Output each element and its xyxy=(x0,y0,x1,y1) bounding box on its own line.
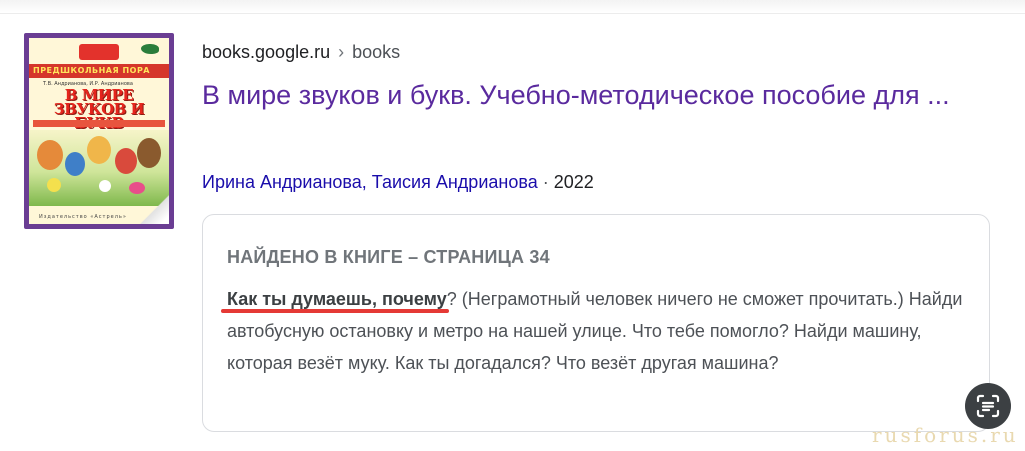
lens-text-icon xyxy=(976,394,1000,418)
site-path: books xyxy=(352,42,401,62)
site-domain: books.google.ru xyxy=(202,42,331,62)
book-snippet: Как ты думаешь, почему? (Неграмотный чел… xyxy=(221,283,967,379)
cover-series-label: ПРЕДШКОЛЬНАЯ ПОРА xyxy=(33,66,150,75)
watermark: rusforus.ru xyxy=(872,423,1019,447)
publisher-logo-icon xyxy=(79,44,119,60)
bird-illustration-icon xyxy=(141,44,159,54)
result-meta: Ирина Андрианова, Таисия Андрианова · 20… xyxy=(202,172,594,193)
breadcrumb-separator: › xyxy=(338,42,345,62)
top-divider xyxy=(0,0,1025,14)
cover-subtitle-band xyxy=(33,120,165,127)
result-title-link[interactable]: В мире звуков и букв. Учебно-методическо… xyxy=(202,76,1002,114)
book-cover-art: ПРЕДШКОЛЬНАЯ ПОРА Т.В. Андрианова, И.Р. … xyxy=(29,38,169,224)
authors-link[interactable]: Ирина Андрианова, Таисия Андрианова xyxy=(202,172,538,192)
result-url-breadcrumb[interactable]: books.google.ru › books xyxy=(202,42,400,63)
found-in-book-box[interactable]: НАЙДЕНО В КНИГЕ – СТРАНИЦА 34 Как ты дум… xyxy=(202,214,990,432)
cover-publisher: Издательство «Астрель» xyxy=(39,214,127,220)
publication-year: 2022 xyxy=(553,172,594,192)
snippet-highlight-text: Как ты думаешь, почему xyxy=(227,289,447,309)
meta-separator: · xyxy=(537,172,554,192)
found-in-book-heading: НАЙДЕНО В КНИГЕ – СТРАНИЦА 34 xyxy=(227,247,550,267)
red-underline-mark xyxy=(221,309,449,313)
snippet-highlight: Как ты думаешь, почему xyxy=(221,289,449,313)
book-cover-thumbnail[interactable]: ПРЕДШКОЛЬНАЯ ПОРА Т.В. Андрианова, И.Р. … xyxy=(24,33,174,229)
